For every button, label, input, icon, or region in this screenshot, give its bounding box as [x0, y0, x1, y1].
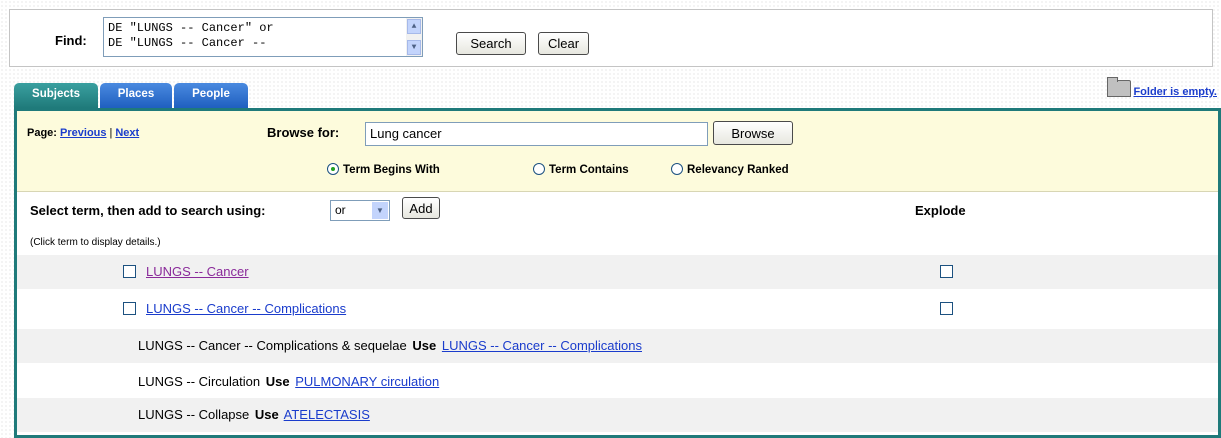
reference-row: LUNGS -- Circulation Use PULMONARY circu… [17, 365, 1218, 399]
page-navigation: Page: Previous | Next [27, 127, 139, 139]
scroll-down-icon[interactable]: ▼ [407, 40, 421, 55]
radio-relevancy-ranked-label: Relevancy Ranked [687, 164, 789, 176]
tab-people-label: People [192, 88, 230, 100]
term-select-checkbox[interactable] [123, 302, 136, 315]
subjects-panel: Page: Previous | Next Browse for: Lung can… [14, 108, 1221, 438]
find-bar: Find: DE "LUNGS -- Cancer" or DE "LUNGS … [9, 9, 1213, 67]
browse-section: Page: Previous | Next Browse for: Lung can… [17, 111, 1218, 192]
page-label: Page: [27, 127, 57, 139]
reference-row: LUNGS -- Collapse Use ATELECTASIS [17, 398, 1218, 432]
tab-subjects[interactable]: Subjects [14, 83, 98, 108]
reference-term: LUNGS -- Circulation [138, 374, 261, 389]
folder-label: Folder is empty. [1133, 86, 1217, 98]
reference-entry: LUNGS -- Circulation Use PULMONARY circu… [138, 374, 439, 389]
reference-entry: LUNGS -- Cancer -- Complications & seque… [138, 338, 642, 353]
scroll-up-icon[interactable]: ▲ [407, 19, 421, 34]
find-query-line-2: DE "LUNGS -- Cancer -- [108, 36, 267, 50]
explode-checkbox[interactable] [940, 302, 953, 315]
radio-selected-icon [327, 163, 339, 175]
find-query-textarea[interactable]: DE "LUNGS -- Cancer" or DE "LUNGS -- Can… [103, 17, 423, 57]
radio-term-begins-with[interactable]: Term Begins With [327, 163, 440, 176]
radio-term-contains-label: Term Contains [549, 164, 629, 176]
tab-subjects-label: Subjects [32, 88, 80, 100]
chevron-down-icon: ▼ [372, 202, 388, 219]
reference-target-link[interactable]: LUNGS -- Cancer -- Complications [442, 338, 642, 353]
find-query-line-1: DE "LUNGS -- Cancer" or [108, 21, 274, 35]
explode-header: Explode [915, 203, 966, 218]
use-label: Use [412, 338, 437, 353]
radio-term-contains[interactable]: Term Contains [533, 163, 629, 176]
radio-relevancy-ranked[interactable]: Relevancy Ranked [671, 163, 789, 176]
term-link[interactable]: LUNGS -- Cancer -- Complications [146, 301, 346, 316]
find-label: Find: [55, 33, 87, 48]
explode-checkbox[interactable] [940, 265, 953, 278]
click-term-hint: (Click term to display details.) [30, 237, 161, 248]
radio-term-begins-with-label: Term Begins With [343, 164, 440, 176]
term-link[interactable]: LUNGS -- Cancer [146, 264, 249, 279]
browse-input-value: Lung cancer [370, 126, 442, 141]
select-term-label: Select term, then add to search using: [30, 203, 266, 218]
find-scrollbar[interactable]: ▲ ▼ [406, 18, 422, 56]
tab-people[interactable]: People [174, 83, 248, 108]
term-row: LUNGS -- Cancer [17, 255, 1218, 289]
reference-term: LUNGS -- Cancer -- Complications & seque… [138, 338, 407, 353]
search-button[interactable]: Search [456, 32, 526, 55]
use-label: Use [265, 374, 290, 389]
browse-button[interactable]: Browse [713, 121, 793, 145]
reference-target-link[interactable]: PULMONARY circulation [295, 374, 439, 389]
browse-input[interactable]: Lung cancer [365, 122, 708, 146]
operator-select[interactable]: or ▼ [330, 200, 390, 221]
use-label: Use [254, 407, 279, 422]
reference-term: LUNGS -- Collapse [138, 407, 250, 422]
browse-for-label: Browse for: [267, 125, 340, 140]
reference-entry: LUNGS -- Collapse Use ATELECTASIS [138, 407, 370, 422]
add-button[interactable]: Add [402, 197, 440, 219]
radio-unselected-icon [533, 163, 545, 175]
term-select-checkbox[interactable] [123, 265, 136, 278]
tab-places-label: Places [117, 88, 155, 100]
operator-value: or [335, 203, 346, 217]
reference-target-link[interactable]: ATELECTASIS [284, 407, 370, 422]
radio-unselected-icon [671, 163, 683, 175]
folder-link[interactable]: Folder is empty. [1107, 77, 1217, 98]
term-row: LUNGS -- Cancer -- Complications [17, 292, 1218, 326]
next-page-link[interactable]: Next [115, 127, 139, 139]
clear-button[interactable]: Clear [538, 32, 589, 55]
reference-row: LUNGS -- Cancer -- Complications & seque… [17, 329, 1218, 363]
folder-icon [1107, 77, 1132, 97]
previous-page-link[interactable]: Previous [60, 127, 106, 139]
tab-places[interactable]: Places [100, 83, 172, 108]
